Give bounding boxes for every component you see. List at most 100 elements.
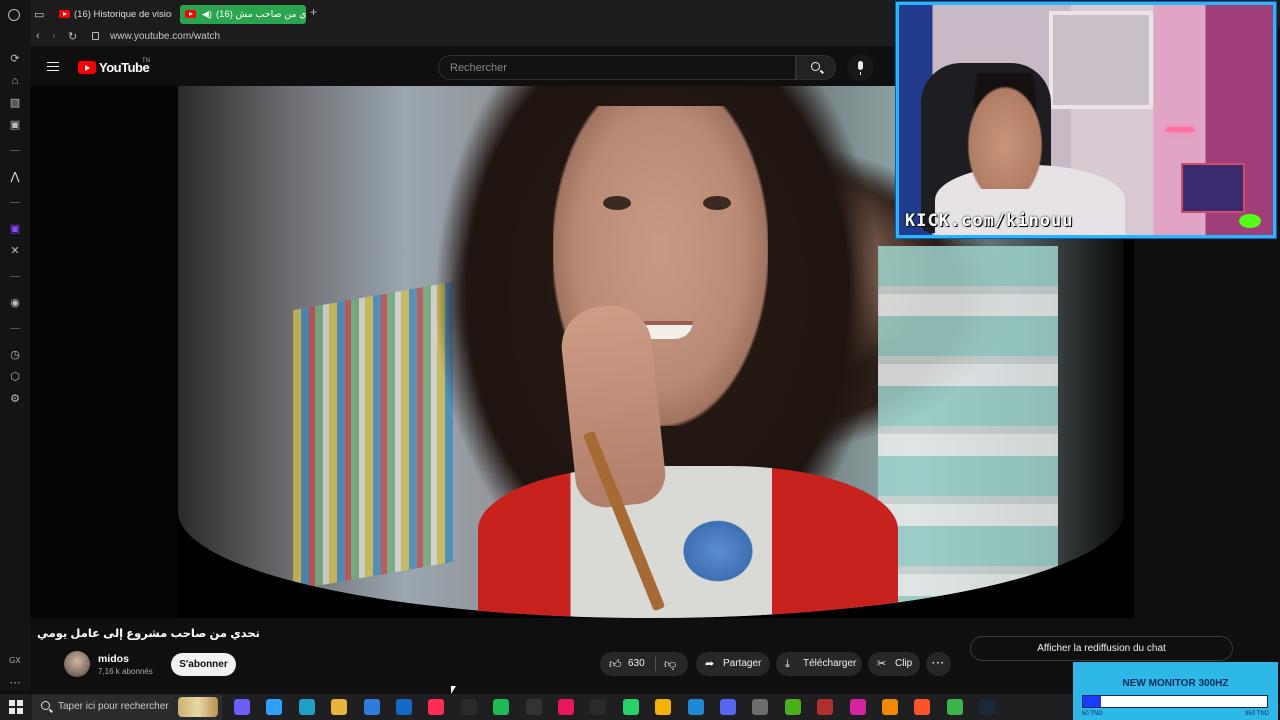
- spotify-icon[interactable]: [493, 699, 510, 715]
- more-actions-button[interactable]: ···: [926, 652, 951, 676]
- microphone-icon: [858, 61, 863, 75]
- speaker-icon[interactable]: ◀): [202, 5, 212, 24]
- file-explorer-icon[interactable]: [331, 699, 348, 715]
- voice-search-button[interactable]: [847, 54, 874, 81]
- back-icon[interactable]: ‹: [36, 30, 40, 42]
- messenger-icon[interactable]: ▣: [8, 118, 22, 132]
- gamepad-icon[interactable]: ▨: [8, 96, 22, 110]
- person-eye: [603, 196, 631, 210]
- store-icon[interactable]: [363, 699, 380, 715]
- youtube-favicon-icon: [59, 10, 70, 18]
- kick-logo-icon: [1239, 214, 1261, 228]
- search-highlight-image: [178, 697, 218, 717]
- x-icon[interactable]: ✕: [8, 244, 22, 258]
- gx-label: GX: [9, 656, 21, 665]
- whatsapp-icon[interactable]: [622, 699, 639, 715]
- twitch-icon[interactable]: ▣: [8, 222, 22, 236]
- clip-label: Clip: [895, 658, 913, 669]
- tab-video[interactable]: ◀) (16) تحدي من صاحب مش: [180, 5, 306, 24]
- search-input[interactable]: [439, 56, 795, 79]
- tab-label: (16) Historique de visionna: [74, 9, 172, 20]
- home-icon[interactable]: ⟳: [8, 52, 22, 66]
- chrome-icon[interactable]: [655, 699, 672, 715]
- menu-icon[interactable]: [47, 62, 59, 71]
- capcut-editor-icon[interactable]: [590, 699, 607, 715]
- settings-icon[interactable]: [752, 699, 769, 715]
- new-tab-button[interactable]: +: [310, 5, 317, 19]
- download-icon: ⤓: [785, 658, 790, 670]
- goal-progress-track: [1082, 695, 1268, 708]
- download-button[interactable]: ⤓ Télécharger: [776, 652, 862, 676]
- goal-progress-fill: [1083, 696, 1102, 707]
- youtube-logo-icon[interactable]: [78, 61, 96, 74]
- goal-min-label: 50 TND: [1082, 711, 1103, 717]
- copilot-icon[interactable]: [234, 699, 250, 715]
- channel-avatar[interactable]: [64, 651, 90, 677]
- sidebar-divider: [10, 150, 20, 151]
- brave-icon[interactable]: [914, 699, 931, 715]
- channel-name[interactable]: midos: [98, 653, 129, 665]
- briefcase-icon[interactable]: ⌂: [8, 74, 22, 88]
- instagram-icon[interactable]: [849, 699, 866, 715]
- subscribe-button[interactable]: S'abonner: [171, 653, 236, 676]
- shirt-print: [678, 516, 758, 586]
- more-icon[interactable]: ⋯: [8, 676, 22, 690]
- show-chat-replay-button[interactable]: Afficher la rediffusion du chat: [970, 636, 1233, 661]
- thumbs-up-icon[interactable]: 👍︎: [609, 657, 623, 671]
- video-title: تحدي من صاحب مشروع إلى عامل يومي: [36, 628, 260, 640]
- opera-gx-icon[interactable]: [428, 699, 445, 715]
- nvidia-icon[interactable]: [784, 699, 801, 715]
- share-button[interactable]: ➦ Partager: [696, 652, 770, 676]
- led-lamp: [1166, 127, 1194, 132]
- clip-button[interactable]: ✂ Clip: [868, 652, 920, 676]
- youtube-masthead: YouTube TN: [30, 46, 896, 86]
- like-divider: [655, 657, 656, 671]
- person-eye: [703, 196, 731, 210]
- facecam-overlay: KICK.com/kinouu: [896, 2, 1276, 238]
- sidebar-divider: [10, 276, 20, 277]
- store-shelf-left: [293, 281, 453, 591]
- tab-menu-icon[interactable]: ▭: [34, 8, 44, 21]
- paint-icon[interactable]: [266, 699, 283, 715]
- opera-gx-menu-icon[interactable]: [8, 9, 20, 21]
- edge-icon[interactable]: [298, 699, 315, 715]
- search-icon: [41, 701, 50, 710]
- notepad-icon[interactable]: [946, 699, 963, 715]
- sidebar-divider: [10, 202, 20, 203]
- game-icon[interactable]: [817, 699, 834, 715]
- player-icon[interactable]: ◉: [8, 296, 22, 310]
- reload-icon[interactable]: ↻: [68, 30, 77, 43]
- thumbs-down-icon[interactable]: 👎︎: [664, 657, 678, 671]
- windows-taskbar: Taper ici pour rechercher: [0, 694, 1073, 720]
- obs-icon[interactable]: [460, 699, 477, 715]
- drop-icon[interactable]: ⋀: [8, 170, 22, 184]
- forward-icon[interactable]: ›: [52, 30, 56, 42]
- outlook-icon[interactable]: [396, 699, 412, 715]
- vscode-icon[interactable]: [687, 699, 704, 715]
- sidebar-divider: [10, 328, 20, 329]
- taskbar-search[interactable]: Taper ici pour rechercher: [32, 694, 222, 720]
- kick-handle-banner: KICK.com/kinouu: [905, 211, 1074, 231]
- donation-goal-widget: NEW MONITOR 300HZ 50 TND 850 TND: [1073, 662, 1278, 720]
- like-count[interactable]: 630: [628, 652, 645, 676]
- download-label: Télécharger: [803, 658, 857, 669]
- history-icon[interactable]: ◷: [8, 348, 22, 362]
- tab-label: (16) تحدي من صاحب مش: [216, 9, 306, 20]
- browser-sidebar: ⟳ ⌂ ▨ ▣ ⋀ ▣ ✕ ◉ ◷ ⬡ ⚙ GX ⋯: [0, 0, 30, 690]
- tiktok-icon[interactable]: [558, 699, 574, 715]
- vlc-icon[interactable]: [882, 699, 898, 715]
- capcut-icon[interactable]: [525, 699, 542, 715]
- tab-history[interactable]: (16) Historique de visionna: [54, 5, 172, 24]
- extensions-icon[interactable]: ⬡: [8, 370, 22, 384]
- discord-icon[interactable]: [720, 699, 736, 715]
- address-bar: ‹ › ↻ www.youtube.com/watch: [30, 28, 896, 46]
- url-field[interactable]: www.youtube.com/watch: [110, 31, 220, 42]
- subscriber-count: 7,16 k abonnés: [98, 667, 153, 676]
- settings-icon[interactable]: ⚙: [8, 392, 22, 406]
- search-button[interactable]: [796, 55, 836, 80]
- windows-start-icon[interactable]: [9, 700, 23, 714]
- steam-icon[interactable]: [979, 699, 996, 715]
- region-code: TN: [142, 58, 150, 64]
- share-icon: ➦: [705, 658, 715, 670]
- search-icon: [811, 62, 820, 71]
